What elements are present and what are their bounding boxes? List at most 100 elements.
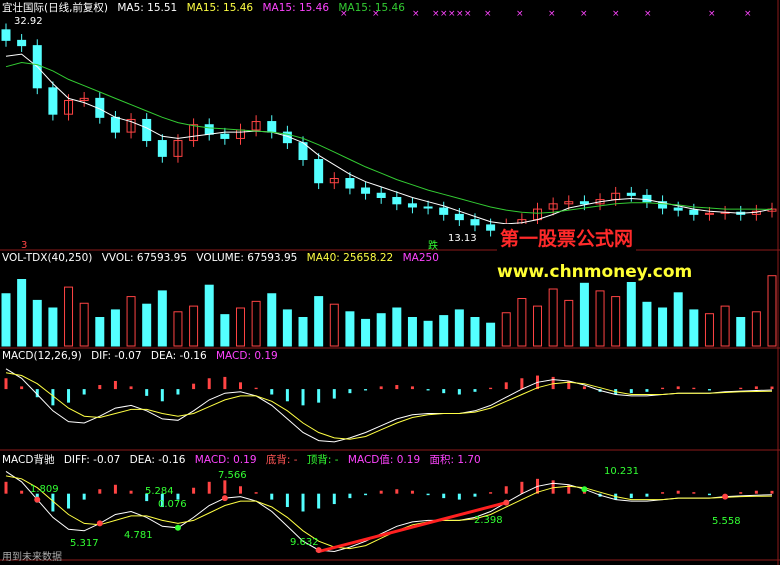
candle-body	[470, 219, 480, 226]
signal-marker: ×	[432, 9, 440, 19]
candle-body	[48, 87, 58, 115]
volume-bar	[282, 309, 292, 347]
volume-bar	[501, 312, 511, 347]
volume-header: VOL-TDX(40,250) VVOL: 67593.95 VOLUME: 6…	[2, 252, 445, 264]
volume-bar	[204, 284, 214, 347]
macd2-label: 5.317	[70, 538, 99, 549]
volume-bar	[17, 279, 27, 347]
candle-body	[1, 29, 11, 41]
volume-bar	[32, 299, 42, 347]
volume-bar	[595, 290, 605, 347]
macd2-label: 2.398	[474, 515, 503, 526]
volume-bar	[564, 299, 574, 347]
watermark-url: www.chnmoney.com	[494, 262, 696, 282]
volume-bar	[626, 279, 636, 347]
macd2-label: 10.231	[604, 466, 639, 477]
volume-bar	[423, 320, 433, 347]
ma250-value: MA250	[402, 252, 439, 264]
volume-bar	[95, 317, 105, 347]
volume-bar	[486, 322, 496, 347]
volume-bar	[767, 275, 777, 347]
low-mark: 跌	[428, 241, 438, 252]
price-header: 宜壮国际(日线,前复权) MA5: 15.51 MA15: 15.46 MA15…	[2, 0, 411, 15]
signal-marker: ×	[484, 9, 492, 19]
volume-bar	[376, 313, 386, 347]
divergence-marker	[503, 499, 510, 506]
macd-title: MACD(12,26,9)	[2, 350, 82, 362]
candle-body	[157, 140, 167, 157]
vvol-value: VVOL: 67593.95	[101, 252, 188, 264]
candle-body	[626, 192, 636, 196]
macd-value: MACD: 0.19	[216, 350, 278, 362]
candle-body	[423, 206, 433, 209]
volume-bar	[79, 302, 89, 347]
watermark-title: 第一股票公式网	[497, 224, 637, 251]
divergence-marker	[96, 520, 103, 527]
signal-marker: ×	[412, 9, 420, 19]
candle-body	[314, 159, 324, 184]
candle-body	[345, 178, 355, 189]
signal-marker: ×	[708, 9, 716, 19]
macd-dea-line	[5, 372, 773, 440]
ma15-line	[5, 61, 773, 214]
bottom-divergence: 底背: -	[265, 454, 298, 466]
signal-marker: ×	[644, 9, 652, 19]
vol-mark: 3	[21, 240, 28, 251]
volume-bar	[407, 317, 417, 347]
volume-bar	[361, 318, 371, 347]
volume-bar	[64, 286, 74, 347]
diff-value: DIFF: -0.07	[63, 454, 121, 466]
volume-bar	[126, 296, 136, 347]
macd2-title: MACD背驰	[2, 454, 55, 466]
signal-marker: ×	[612, 9, 620, 19]
signal-marker: ×	[548, 9, 556, 19]
volume-bar	[642, 301, 652, 347]
volume-bar	[1, 293, 11, 347]
candle-body	[376, 192, 386, 198]
area-value: 面积: 1.70	[429, 454, 481, 466]
volume-bar	[720, 305, 730, 347]
volume-bar	[267, 293, 277, 347]
macd-header: MACD(12,26,9) DIF: -0.07 DEA: -0.16 MACD…	[2, 350, 284, 362]
candle-body	[142, 118, 152, 142]
volume-bar	[611, 296, 621, 347]
top-divergence: 顶背: -	[306, 454, 339, 466]
vol-title: VOL-TDX(40,250)	[2, 252, 93, 264]
volume-bar	[329, 303, 339, 347]
volume-bar	[751, 311, 761, 347]
signal-marker: ×	[464, 9, 472, 19]
candle-body	[407, 203, 417, 208]
ma15-value-a: MA15: 15.46	[186, 2, 254, 14]
candle-body	[439, 207, 449, 215]
ma15-value-b: MA15: 15.46	[262, 2, 330, 14]
stock-title: 宜壮国际(日线,前复权)	[2, 2, 109, 14]
volume-bar	[189, 305, 199, 347]
macd2-dif-line	[5, 470, 773, 553]
candle-body	[361, 187, 371, 194]
macd2-label: 7.566	[218, 470, 247, 481]
volume-bar	[548, 288, 558, 347]
macd2-label: 4.781	[124, 530, 153, 541]
volume-value: VOLUME: 67593.95	[196, 252, 298, 264]
volume-bar	[579, 282, 589, 347]
volume-bar	[454, 309, 464, 347]
macd2-label: 5.284	[145, 486, 174, 497]
candle-body	[110, 116, 120, 133]
divergence-line	[318, 501, 507, 553]
macd2-header: MACD背驰 DIFF: -0.07 DEA: -0.16 MACD: 0.19…	[2, 452, 487, 467]
candle-body	[579, 201, 589, 205]
volume-bar	[235, 307, 245, 347]
volume-bar	[110, 309, 120, 347]
volume-bar	[673, 292, 683, 347]
macd-dif-line	[5, 368, 773, 443]
stock-chart[interactable]: × × × × × × × × × × × × × × × ×	[0, 0, 780, 565]
ma5-line	[5, 53, 773, 225]
candle-body	[689, 209, 699, 215]
candle-body	[204, 124, 214, 135]
volume-bar	[345, 311, 355, 347]
volume-bar	[704, 313, 714, 347]
signal-marker: ×	[448, 9, 456, 19]
divergence-marker	[722, 493, 729, 500]
volume-bar	[658, 307, 668, 347]
macd2-label: 0.076	[158, 499, 187, 510]
